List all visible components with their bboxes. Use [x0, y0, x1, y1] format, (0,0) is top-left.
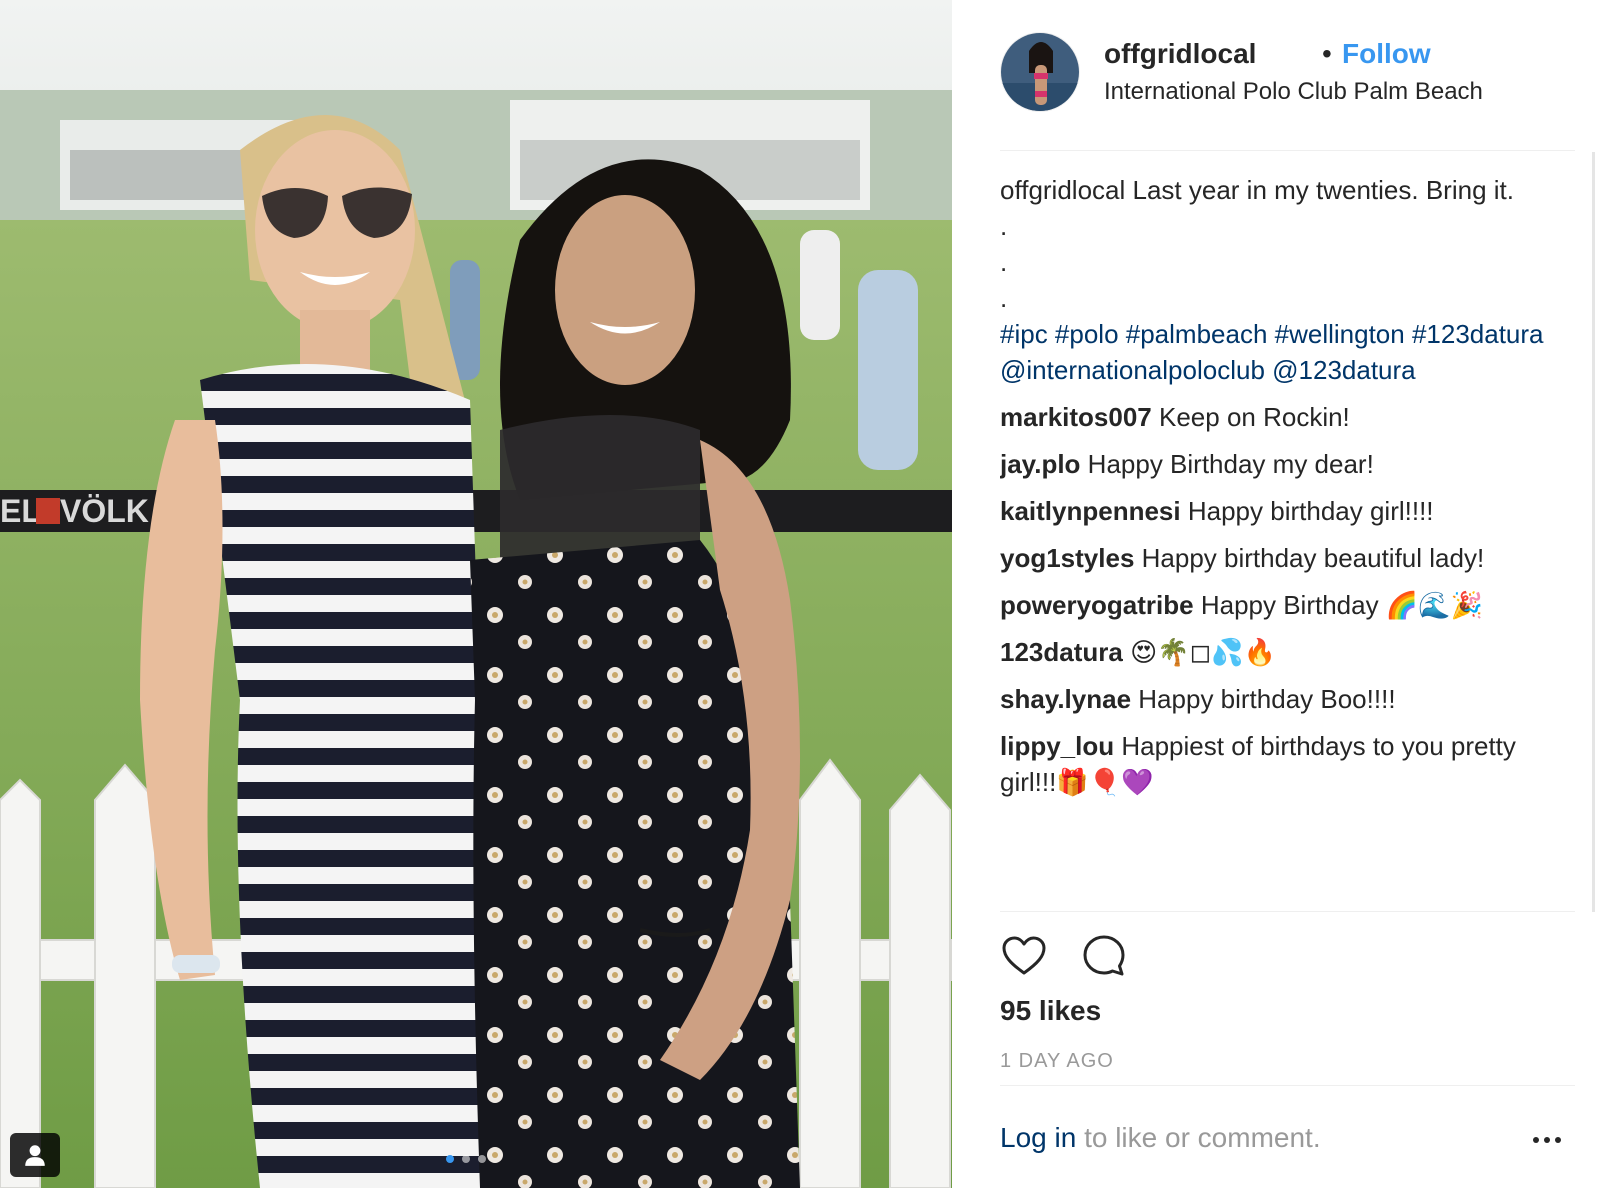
- heart-icon[interactable]: [1000, 932, 1048, 980]
- photo-image: EL VÖLK: [0, 0, 952, 1188]
- comment-username[interactable]: yog1styles: [1000, 543, 1134, 573]
- post-username[interactable]: offgridlocal: [1104, 38, 1256, 70]
- carousel-indicator: [446, 1155, 486, 1163]
- login-prompt-text: to like or comment.: [1076, 1122, 1321, 1153]
- comment-item: 123datura 😍🌴◻💦🔥: [1000, 634, 1560, 670]
- comment-username[interactable]: 123datura: [1000, 637, 1123, 667]
- more-options-icon[interactable]: [1527, 1125, 1567, 1155]
- comment-text: Happy birthday Boo!!!!: [1138, 684, 1396, 714]
- comments-scrollbar[interactable]: [1592, 152, 1595, 912]
- carousel-dot[interactable]: [478, 1155, 486, 1163]
- comment-text: Happy birthday beautiful lady!: [1141, 543, 1485, 573]
- caption-dot: .: [1000, 283, 1008, 313]
- comment-username[interactable]: poweryogatribe: [1000, 590, 1194, 620]
- caption-dot: .: [1000, 211, 1008, 241]
- comment-icon[interactable]: [1080, 932, 1128, 980]
- post-timestamp[interactable]: 1 DAY AGO: [1000, 1050, 1114, 1073]
- comment-username[interactable]: jay.plo: [1000, 449, 1080, 479]
- divider: [1000, 1085, 1575, 1086]
- comment-username[interactable]: lippy_lou: [1000, 731, 1114, 761]
- comment-username[interactable]: markitos007: [1000, 402, 1152, 432]
- comment-text: Keep on Rockin!: [1159, 402, 1350, 432]
- caption-hashtags[interactable]: #ipc #polo #palmbeach #wellington #123da…: [1000, 316, 1560, 388]
- comment-text: Happy Birthday my dear!: [1087, 449, 1374, 479]
- comment-item: yog1styles Happy birthday beautiful lady…: [1000, 540, 1560, 576]
- post-header: offgridlocal • Follow International Polo…: [1000, 32, 1575, 152]
- caption-text: Last year in my twenties. Bring it.: [1132, 175, 1514, 205]
- user-tag-button[interactable]: [10, 1133, 60, 1177]
- comment-text: 😍🌴◻💦🔥: [1130, 637, 1276, 667]
- login-link[interactable]: Log in: [1000, 1122, 1076, 1153]
- divider: [1000, 911, 1575, 912]
- comment-text: Happy birthday girl!!!!: [1187, 496, 1434, 526]
- comment-username[interactable]: shay.lynae: [1000, 684, 1131, 714]
- divider: [1000, 150, 1575, 151]
- avatar-image: [1001, 33, 1079, 111]
- carousel-dot[interactable]: [446, 1155, 454, 1163]
- login-prompt: Log in to like or comment.: [1000, 1122, 1321, 1154]
- comment-item: shay.lynae Happy birthday Boo!!!!: [1000, 681, 1560, 717]
- comment-item: lippy_lou Happiest of birthdays to you p…: [1000, 728, 1560, 800]
- comment-item: jay.plo Happy Birthday my dear!: [1000, 446, 1560, 482]
- post-location[interactable]: International Polo Club Palm Beach: [1104, 78, 1483, 106]
- caption: offgridlocal Last year in my twenties. B…: [1000, 172, 1560, 208]
- comment-item: poweryogatribe Happy Birthday 🌈🌊🎉: [1000, 587, 1560, 623]
- avatar[interactable]: [1000, 32, 1080, 112]
- caption-dot: .: [1000, 247, 1008, 277]
- svg-text:EL: EL: [0, 493, 41, 529]
- comment-username[interactable]: kaitlynpennesi: [1000, 496, 1181, 526]
- carousel-dot[interactable]: [462, 1155, 470, 1163]
- comments-list[interactable]: offgridlocal Last year in my twenties. B…: [1000, 172, 1560, 910]
- caption-username[interactable]: offgridlocal: [1000, 175, 1125, 205]
- comment-text: Happy Birthday 🌈🌊🎉: [1200, 590, 1483, 620]
- post-photo[interactable]: EL VÖLK: [0, 0, 952, 1188]
- separator-dot: •: [1322, 38, 1332, 69]
- post-actions: [1000, 932, 1128, 980]
- post-sidebar: offgridlocal • Follow International Polo…: [952, 0, 1602, 1188]
- comment-item: markitos007 Keep on Rockin!: [1000, 399, 1560, 435]
- follow-button[interactable]: Follow: [1342, 38, 1431, 70]
- svg-text:VÖLK: VÖLK: [60, 493, 149, 529]
- user-tag-icon: [25, 1145, 45, 1166]
- likes-count[interactable]: 95 likes: [1000, 995, 1101, 1027]
- comment-item: kaitlynpennesi Happy birthday girl!!!!: [1000, 493, 1560, 529]
